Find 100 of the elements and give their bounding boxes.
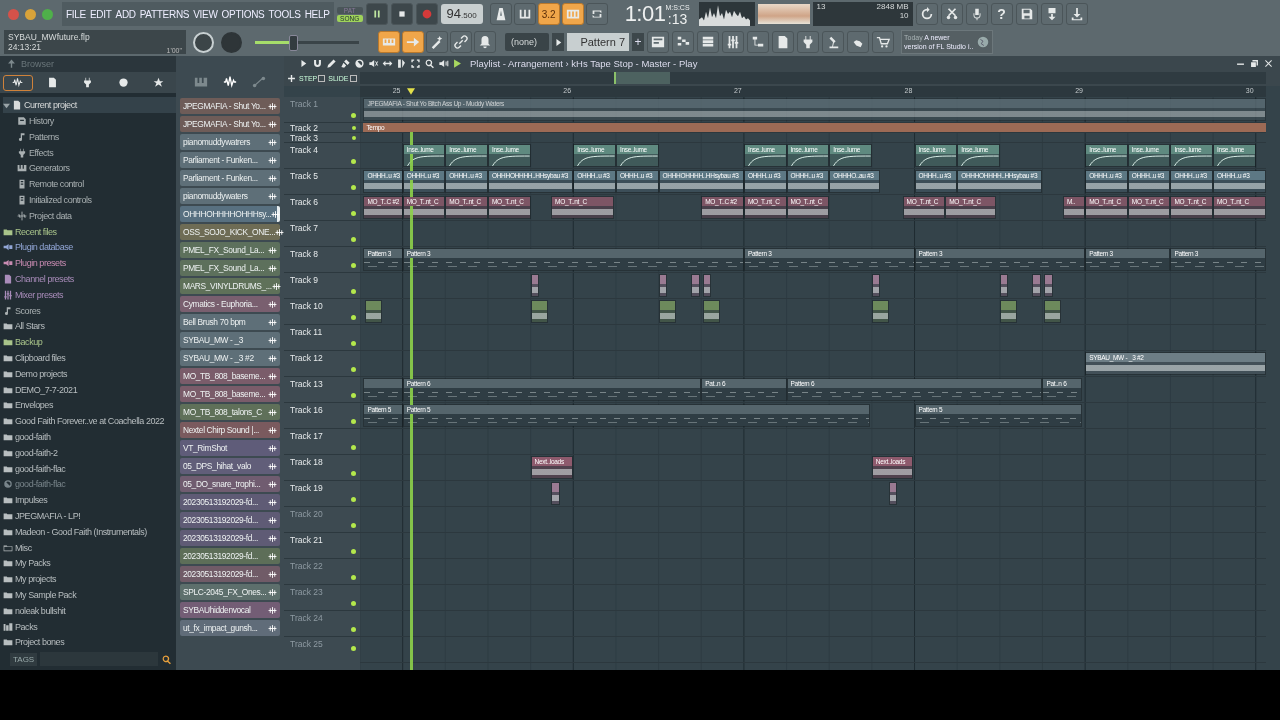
browser-item[interactable]: Effects bbox=[3, 144, 176, 161]
browser-item[interactable]: History bbox=[3, 113, 176, 129]
channel-button[interactable]: Bell Brush 70 bpm bbox=[180, 314, 280, 330]
browser-item[interactable]: Scores bbox=[3, 302, 176, 319]
channel-button[interactable]: Nextel Chirp Sound |... bbox=[180, 422, 280, 438]
browser-item[interactable]: JPEGMAFIA - LP! bbox=[3, 508, 176, 524]
track-header[interactable]: Track 19 bbox=[284, 481, 360, 507]
channel-button[interactable]: MO_TB_808_baseme... bbox=[180, 386, 280, 402]
track-header[interactable]: Track 12 bbox=[284, 351, 360, 377]
browser-item[interactable]: Current project bbox=[3, 97, 176, 114]
add-pattern-button[interactable]: + bbox=[632, 33, 644, 51]
browser-item[interactable]: Channel presets bbox=[3, 271, 176, 287]
browser-item[interactable]: Project bones bbox=[3, 634, 176, 651]
track-header[interactable]: Track 1 bbox=[284, 97, 360, 123]
channel-button[interactable]: JPEGMAFIA - Shut Yo... bbox=[180, 98, 280, 114]
browser-item[interactable]: noleak bullshit bbox=[3, 602, 176, 619]
browser-item[interactable]: DEMO_7-7-2021 bbox=[3, 381, 176, 398]
browser-item[interactable]: Plugin database bbox=[3, 239, 176, 256]
browser-item[interactable]: Generators bbox=[3, 160, 176, 177]
channel-button[interactable]: MARS_VINYLDRUMS_... bbox=[180, 278, 280, 294]
browser-item[interactable]: Project data bbox=[3, 208, 176, 224]
browser-item[interactable]: Impulses bbox=[3, 492, 176, 509]
menu-item[interactable]: EDIT bbox=[89, 8, 112, 20]
browser-item[interactable]: My Packs bbox=[3, 555, 176, 572]
channel-button[interactable]: PMEL_FX_Sound_La... bbox=[180, 242, 280, 258]
menu-item[interactable]: HELP bbox=[304, 8, 330, 20]
browser-item[interactable]: Envelopes bbox=[3, 397, 176, 414]
channel-button[interactable]: SPLC-2045_FX_Ones... bbox=[180, 584, 280, 600]
browser-item[interactable]: My projects bbox=[3, 571, 176, 588]
pattern-selector[interactable]: Pattern 7 bbox=[567, 33, 629, 51]
browser-item[interactable]: Misc bbox=[3, 539, 176, 556]
browser-item[interactable]: My Sample Pack bbox=[3, 587, 176, 603]
browser-item[interactable]: Clipboard files bbox=[3, 350, 176, 366]
channel-button[interactable]: 20230513192029-fd... bbox=[180, 530, 280, 546]
menu-item[interactable]: VIEW bbox=[193, 8, 218, 20]
browser-item[interactable]: Madeon - Good Faith (Instrumentals) bbox=[3, 523, 176, 540]
browser-item[interactable]: Recent files bbox=[3, 223, 176, 240]
track-header[interactable]: Track 3 bbox=[284, 133, 360, 143]
track-header[interactable]: Track 5 bbox=[284, 169, 360, 195]
countdown-toggle[interactable]: 3.2 bbox=[537, 3, 560, 25]
track-header[interactable]: Track 13 bbox=[284, 377, 360, 403]
browser-item[interactable]: Initialized controls bbox=[3, 192, 176, 208]
browser-item[interactable]: Mixer presets bbox=[3, 286, 176, 303]
channel-button[interactable]: Cymatics - Euphoria... bbox=[180, 296, 280, 312]
channel-button[interactable]: SYBAU_MW - _3 #2 bbox=[180, 350, 280, 366]
menu-item[interactable]: TOOLS bbox=[268, 8, 301, 20]
channel-button[interactable]: MO_TB_808_talons_C bbox=[180, 404, 280, 420]
channel-button[interactable]: Parliament - Funken... bbox=[180, 170, 280, 186]
channel-button[interactable]: pianomuddywaters bbox=[180, 188, 280, 204]
channel-button[interactable]: OHHHOHHHHOHHHsy... bbox=[180, 206, 280, 222]
channel-button[interactable]: MO_TB_808_baseme... bbox=[180, 368, 280, 384]
track-header[interactable]: Track 25 bbox=[284, 637, 360, 655]
menu-item[interactable]: PATTERNS bbox=[139, 8, 190, 20]
channel-button[interactable]: SYBAUhiddenvocal bbox=[180, 602, 280, 618]
browser-item[interactable]: good-faith-2 bbox=[3, 444, 176, 461]
dropdown[interactable]: (none) bbox=[505, 33, 549, 51]
channel-button[interactable]: JPEGMAFIA - Shut Yo... bbox=[180, 116, 280, 132]
track-header[interactable]: Track 23 bbox=[284, 585, 360, 611]
channel-button[interactable]: VT_RimShot bbox=[180, 440, 280, 456]
track-header[interactable]: Track 18 bbox=[284, 455, 360, 481]
track-header[interactable]: Track 2 bbox=[284, 123, 360, 133]
browser-item[interactable]: Good Faith Forever..ve at Coachella 2022 bbox=[3, 413, 176, 430]
channel-button[interactable]: 20230513192029-fd... bbox=[180, 512, 280, 528]
channel-button[interactable]: 20230513192029-fd... bbox=[180, 566, 280, 582]
channel-button[interactable]: 05_DO_snare_trophi... bbox=[180, 476, 280, 492]
channel-button[interactable]: 20230513192029-fd... bbox=[180, 548, 280, 564]
browser-item[interactable]: Patterns bbox=[3, 129, 176, 145]
menu-item[interactable]: OPTIONS bbox=[221, 8, 265, 20]
help-button[interactable]: ? bbox=[990, 3, 1013, 25]
track-header[interactable]: Track 24 bbox=[284, 611, 360, 637]
browser-item[interactable]: All Stars bbox=[3, 318, 176, 335]
channel-button[interactable]: pianomuddywatrers bbox=[180, 134, 280, 150]
track-header[interactable]: Track 7 bbox=[284, 221, 360, 247]
track-header[interactable]: Track 22 bbox=[284, 559, 360, 585]
browser-item[interactable]: good-faith-flac bbox=[3, 476, 176, 493]
browser-item[interactable]: Plugin presets bbox=[3, 255, 176, 272]
channel-button[interactable]: ut_fx_impact_gunsh... bbox=[180, 620, 280, 636]
track-header[interactable]: Track 21 bbox=[284, 533, 360, 559]
track-header[interactable]: Track 4 bbox=[284, 143, 360, 169]
track-header[interactable]: Track 9 bbox=[284, 273, 360, 299]
browser-item[interactable]: Demo projects bbox=[3, 365, 176, 382]
browser-item[interactable]: Packs bbox=[3, 618, 176, 635]
browser-item[interactable]: good-faith-flac bbox=[3, 460, 176, 477]
channel-button[interactable]: PMEL_FX_Sound_La... bbox=[180, 260, 280, 276]
browser-item[interactable]: Remote control bbox=[3, 176, 176, 193]
track-header[interactable]: Track 10 bbox=[284, 299, 360, 325]
channel-button[interactable]: Parliament - Funken... bbox=[180, 152, 280, 168]
channel-button[interactable]: 05_DPS_hihat_valo bbox=[180, 458, 280, 474]
browser-item[interactable]: good-faith bbox=[3, 429, 176, 445]
tempo-display[interactable]: 94.500 bbox=[440, 4, 483, 24]
track-header[interactable]: Track 8 bbox=[284, 247, 360, 273]
menu-item[interactable]: ADD bbox=[115, 8, 136, 20]
track-header[interactable]: Track 16 bbox=[284, 403, 360, 429]
track-header[interactable]: Track 17 bbox=[284, 429, 360, 455]
track-header[interactable]: Track 20 bbox=[284, 507, 360, 533]
browser-item[interactable]: Backup bbox=[3, 334, 176, 351]
track-header[interactable]: Track 6 bbox=[284, 195, 360, 221]
channel-button[interactable]: 20230513192029-fd... bbox=[180, 494, 280, 510]
track-header[interactable]: Track 11 bbox=[284, 325, 360, 351]
channel-button[interactable]: SYBAU_MW - _3 bbox=[180, 332, 280, 348]
